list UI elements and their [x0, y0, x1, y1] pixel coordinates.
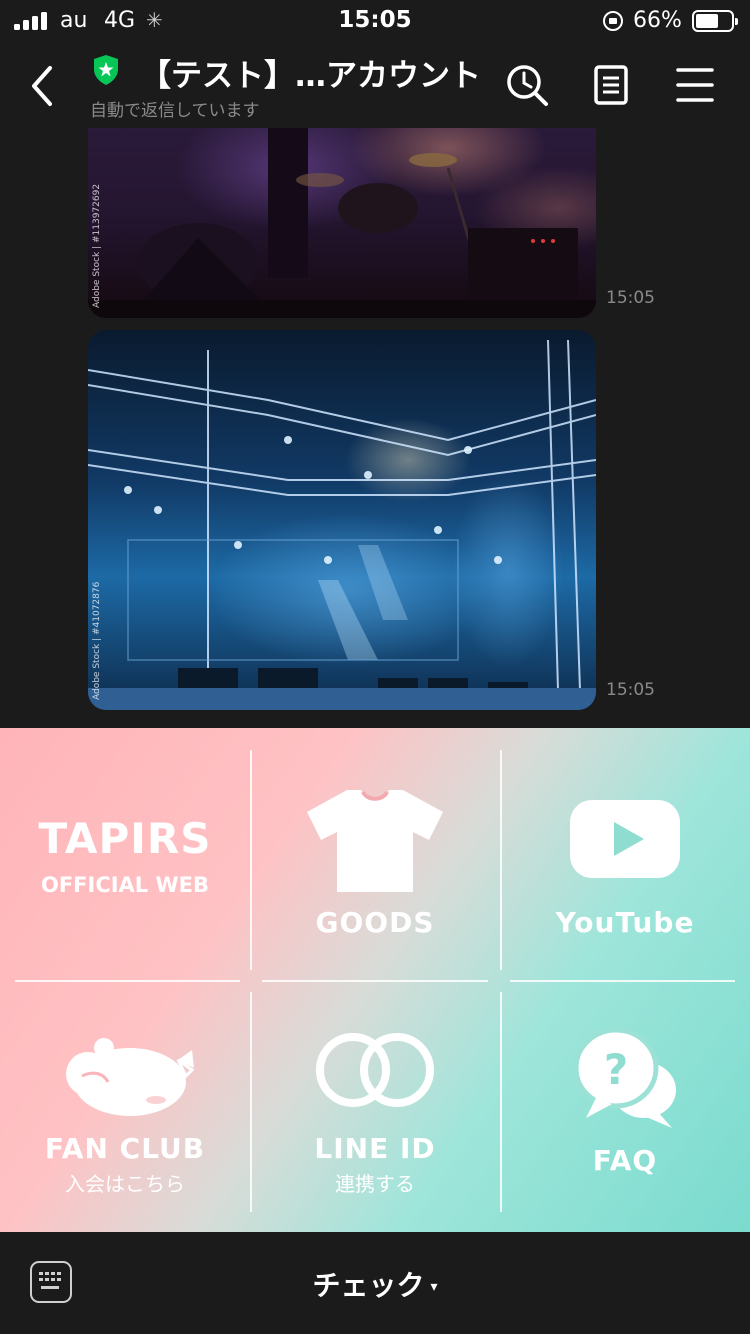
back-button[interactable]	[22, 62, 66, 110]
caret-down-icon: ▾	[430, 1279, 438, 1295]
fan-club-button[interactable]: FAN CLUB 入会はこちら	[0, 980, 250, 1232]
concert-stage-image	[88, 128, 596, 318]
rings-icon	[316, 1033, 434, 1107]
chevron-left-icon	[32, 66, 52, 106]
tapirs-title: TAPIRS	[38, 814, 212, 863]
concert-photo-message[interactable]: Adobe Stock | #113972692	[88, 128, 596, 318]
faq-label: FAQ	[592, 1144, 658, 1177]
chat-header: 【テスト】…アカウント 自動で返信しています	[0, 44, 750, 128]
tshirt-icon	[307, 790, 443, 892]
youtube-icon	[570, 800, 680, 878]
watermark-text: Adobe Stock | #41072876	[92, 581, 102, 700]
battery-percent: 66%	[633, 8, 682, 33]
chat-subtitle: 自動で返信しています	[90, 101, 260, 121]
rotation-lock-icon	[603, 11, 623, 31]
goods-button[interactable]: GOODS	[250, 728, 500, 980]
search-history-icon	[507, 65, 548, 106]
hamburger-menu-icon	[676, 68, 714, 102]
faq-button[interactable]: ? FAQ	[500, 980, 750, 1232]
question-bubble-icon: ?	[573, 1027, 676, 1128]
official-account-badge-icon	[94, 55, 118, 85]
youtube-label: YouTube	[555, 906, 695, 939]
tapirs-official-web-button[interactable]: TAPIRS OFFICIAL WEB	[0, 728, 250, 980]
line-id-sublabel: 連携する	[335, 1172, 415, 1196]
svg-text:?: ?	[604, 1045, 628, 1094]
goods-label: GOODS	[315, 906, 435, 939]
rich-menu: TAPIRS OFFICIAL WEB GOODS YouTube FAN CL…	[0, 728, 750, 1232]
chat-area[interactable]: Adobe Stock | #113972692 15:05 Adobe Sto…	[0, 128, 750, 728]
stage-lighting-image	[88, 339, 596, 710]
concert-photo-message[interactable]: Adobe Stock | #41072876	[88, 330, 596, 710]
battery-icon	[692, 10, 738, 32]
message-time: 15:05	[606, 680, 655, 700]
fan-club-sublabel: 入会はこちら	[65, 1172, 185, 1196]
rich-menu-toggle[interactable]: チェック ▾	[0, 1264, 750, 1304]
message-time: 15:05	[606, 288, 655, 308]
youtube-button[interactable]: YouTube	[500, 728, 750, 980]
tapir-icon	[66, 1038, 195, 1116]
status-bar: au 4G ✳ 15:05 66%	[0, 0, 750, 44]
search-button[interactable]	[504, 62, 550, 108]
notes-icon	[594, 65, 628, 105]
official-web-label: OFFICIAL WEB	[40, 873, 210, 897]
chat-title: 【テスト】…アカウント	[140, 58, 481, 94]
menu-button[interactable]	[672, 62, 718, 108]
notes-button[interactable]	[588, 62, 634, 108]
watermark-text: Adobe Stock | #113972692	[92, 183, 102, 308]
fan-club-label: FAN CLUB	[44, 1132, 206, 1165]
bottom-bar: チェック ▾	[0, 1232, 750, 1334]
line-id-label: LINE ID	[314, 1132, 436, 1165]
line-id-button[interactable]: LINE ID 連携する	[250, 980, 500, 1232]
menu-toggle-label: チェック	[312, 1269, 425, 1302]
